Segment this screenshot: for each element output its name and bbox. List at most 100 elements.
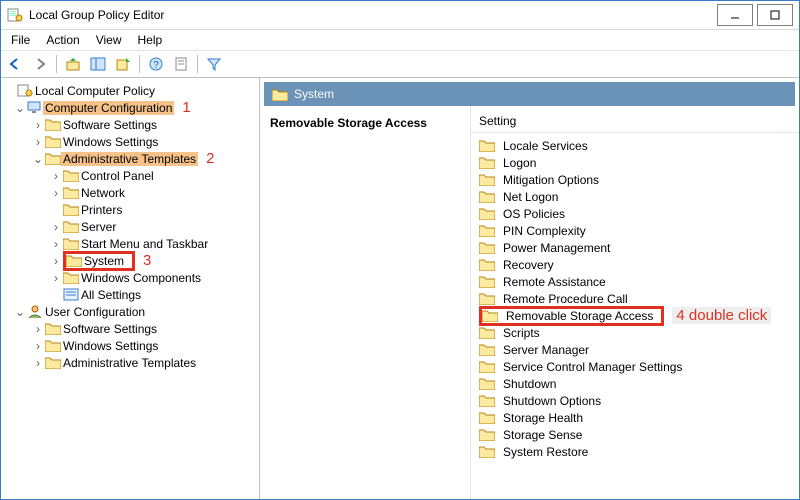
filter-button[interactable]	[202, 52, 226, 76]
user-icon	[27, 305, 43, 318]
help-button[interactable]: ?	[144, 52, 168, 76]
list-item[interactable]: Server Manager	[471, 341, 799, 358]
list-item[interactable]: Logon	[471, 154, 799, 171]
list-item[interactable]: Recovery	[471, 256, 799, 273]
list-item[interactable]: Storage Health	[471, 409, 799, 426]
chevron-right-icon[interactable]: ›	[31, 357, 45, 369]
folder-icon	[479, 428, 495, 441]
folder-icon	[479, 411, 495, 424]
folder-icon	[479, 377, 495, 390]
titlebar: Local Group Policy Editor	[1, 1, 799, 30]
chevron-down-icon[interactable]: ⌄	[31, 153, 45, 165]
anno-1: 1	[182, 99, 190, 116]
list-item[interactable]: OS Policies	[471, 205, 799, 222]
list-item[interactable]: Power Management	[471, 239, 799, 256]
chevron-right-icon[interactable]: ›	[49, 238, 63, 250]
tree-u-admin[interactable]: ›Administrative Templates	[1, 354, 259, 371]
list-pane[interactable]: Setting Locale ServicesLogonMitigation O…	[471, 106, 799, 500]
list-item[interactable]: Remote Assistance	[471, 273, 799, 290]
list-item[interactable]: Storage Sense	[471, 426, 799, 443]
tree-user-config[interactable]: ⌄User Configuration	[1, 303, 259, 320]
chevron-right-icon[interactable]: ›	[31, 136, 45, 148]
menu-action[interactable]: Action	[38, 31, 87, 49]
up-button[interactable]	[61, 52, 85, 76]
toolbar-sep	[56, 55, 57, 73]
properties-button[interactable]	[169, 52, 193, 76]
chevron-down-icon[interactable]: ⌄	[13, 306, 27, 318]
list-item[interactable]: Scripts	[471, 324, 799, 341]
maximize-button[interactable]	[757, 4, 793, 26]
chevron-right-icon[interactable]: ›	[31, 340, 45, 352]
tree-windows-settings[interactable]: ›Windows Settings	[1, 133, 259, 150]
list-item[interactable]: Net Logon	[471, 188, 799, 205]
menu-file[interactable]: File	[3, 31, 38, 49]
toolbar: ?	[1, 51, 799, 78]
menu-view[interactable]: View	[88, 31, 130, 49]
list-item[interactable]: Locale Services	[471, 137, 799, 154]
list-item[interactable]: Removable Storage Access4 double click	[471, 307, 799, 324]
chevron-right-icon[interactable]: ›	[49, 170, 63, 182]
tree-pane[interactable]: Local Computer Policy ⌄Computer Configur…	[1, 78, 260, 500]
chevron-right-icon[interactable]: ›	[49, 221, 63, 233]
settings-icon	[63, 288, 79, 301]
tree-win-components[interactable]: ›Windows Components	[1, 269, 259, 286]
toolbar-sep	[139, 55, 140, 73]
tree-all-settings[interactable]: All Settings	[1, 286, 259, 303]
folder-icon	[63, 186, 79, 199]
window-root: Local Group Policy Editor File Action Vi…	[0, 0, 800, 500]
folder-icon	[63, 271, 79, 284]
tree-admin-templates[interactable]: ⌄Administrative Templates2	[1, 150, 259, 167]
tree-u-software[interactable]: ›Software Settings	[1, 320, 259, 337]
chevron-right-icon[interactable]: ›	[31, 323, 45, 335]
chevron-right-icon[interactable]: ›	[31, 119, 45, 131]
tree-system[interactable]: ›System3	[1, 252, 259, 269]
anno-2: 2	[206, 150, 214, 167]
forward-button[interactable]	[28, 52, 52, 76]
folder-icon	[482, 309, 498, 322]
chevron-right-icon[interactable]: ›	[49, 255, 63, 267]
folder-icon	[45, 339, 61, 352]
tree-control-panel[interactable]: ›Control Panel	[1, 167, 259, 184]
folder-icon	[479, 292, 495, 305]
folder-icon	[479, 190, 495, 203]
chevron-right-icon[interactable]: ›	[49, 272, 63, 284]
list-item[interactable]: Service Control Manager Settings	[471, 358, 799, 375]
chevron-down-icon[interactable]: ⌄	[13, 102, 27, 114]
show-hide-tree-button[interactable]	[86, 52, 110, 76]
tree-server[interactable]: ›Server	[1, 218, 259, 235]
anno-4: 4 double click	[672, 307, 771, 324]
list-item[interactable]: System Restore	[471, 443, 799, 460]
tree-u-windows[interactable]: ›Windows Settings	[1, 337, 259, 354]
policy-icon	[17, 84, 33, 97]
export-button[interactable]	[111, 52, 135, 76]
list-item[interactable]: Shutdown	[471, 375, 799, 392]
folder-icon	[479, 275, 495, 288]
toolbar-sep	[197, 55, 198, 73]
folder-icon	[63, 203, 79, 216]
folder-icon	[45, 356, 61, 369]
tree-computer-config[interactable]: ⌄Computer Configuration1	[1, 99, 259, 116]
tree-start-menu[interactable]: ›Start Menu and Taskbar	[1, 235, 259, 252]
folder-icon	[63, 237, 79, 250]
list-item[interactable]: PIN Complexity	[471, 222, 799, 239]
list-item[interactable]: Mitigation Options	[471, 171, 799, 188]
tree-software-settings[interactable]: ›Software Settings	[1, 116, 259, 133]
list-item[interactable]: Shutdown Options	[471, 392, 799, 409]
tree-network[interactable]: ›Network	[1, 184, 259, 201]
back-button[interactable]	[3, 52, 27, 76]
col-setting[interactable]: Setting	[471, 112, 799, 133]
menubar: File Action View Help	[1, 30, 799, 51]
menu-help[interactable]: Help	[130, 31, 171, 49]
folder-icon	[479, 394, 495, 407]
folder-icon	[45, 322, 61, 335]
chevron-right-icon[interactable]: ›	[49, 187, 63, 199]
folder-icon	[479, 173, 495, 186]
tree-printers[interactable]: Printers	[1, 201, 259, 218]
tree-root[interactable]: Local Computer Policy	[1, 82, 259, 99]
folder-icon	[66, 254, 82, 267]
computer-icon	[27, 101, 43, 114]
folder-icon	[479, 258, 495, 271]
folder-icon	[272, 88, 288, 101]
minimize-button[interactable]	[717, 4, 753, 26]
list-item[interactable]: Remote Procedure Call	[471, 290, 799, 307]
